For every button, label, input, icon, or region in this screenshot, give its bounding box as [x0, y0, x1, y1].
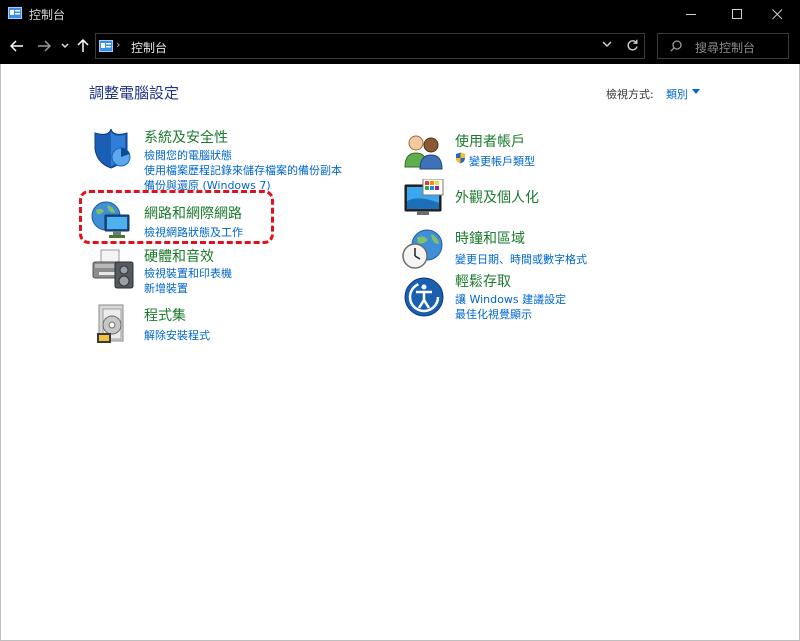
view-by-label: 檢視方式: [606, 88, 654, 101]
category-user-accounts[interactable]: 使用者帳戶 [455, 131, 525, 151]
breadcrumb-control-panel[interactable]: 控制台 [131, 39, 167, 56]
programs-icon [97, 304, 124, 343]
forward-button[interactable] [33, 34, 55, 58]
close-icon [771, 8, 782, 19]
up-button[interactable] [74, 34, 92, 58]
caret-down-icon[interactable] [692, 89, 700, 94]
link-change-date-time-format[interactable]: 變更日期、時間或數字格式 [455, 251, 587, 267]
page-title: 調整電腦設定 [89, 84, 180, 102]
recent-locations-button[interactable] [58, 34, 72, 58]
chevron-down-icon[interactable] [602, 41, 612, 48]
category-hardware-sound[interactable]: 硬體和音效 [144, 246, 214, 266]
search-icon [670, 40, 682, 52]
view-by-dropdown[interactable]: 類別 [666, 86, 688, 102]
monitor-palette-icon [404, 179, 444, 215]
control-panel-icon [99, 40, 113, 52]
minimize-button[interactable] [668, 0, 714, 28]
category-system-security[interactable]: 系統及安全性 [144, 127, 228, 147]
link-let-windows-suggest[interactable]: 讓 Windows 建議設定 [455, 291, 566, 307]
link-devices-printers[interactable]: 檢視裝置和印表機 [144, 265, 232, 281]
breadcrumb-separator[interactable]: › [116, 38, 120, 51]
minimize-icon [685, 13, 696, 15]
arrow-left-icon [10, 40, 23, 52]
link-uninstall-program[interactable]: 解除安裝程式 [144, 327, 210, 343]
close-button[interactable] [754, 0, 800, 28]
category-clock-region[interactable]: 時鐘和區域 [455, 228, 525, 248]
chevron-down-icon [61, 43, 69, 49]
link-add-device[interactable]: 新增裝置 [144, 280, 188, 296]
search-box[interactable]: 搜尋控制台 [657, 33, 789, 59]
title-bar: 控制台 [0, 0, 800, 28]
refresh-icon[interactable] [626, 39, 639, 52]
clock-globe-icon [402, 229, 443, 269]
link-file-history[interactable]: 使用檔案歷程記錄來儲存檔案的備份副本 [144, 162, 342, 178]
arrow-up-icon [77, 39, 89, 52]
search-placeholder: 搜尋控制台 [695, 41, 756, 55]
users-icon [404, 135, 443, 170]
uac-shield-icon [456, 152, 465, 164]
category-ease-of-access[interactable]: 輕鬆存取 [455, 271, 511, 291]
link-change-account-type[interactable]: 變更帳戶類型 [469, 153, 535, 169]
ease-of-access-icon [404, 277, 444, 317]
shield-icon [94, 128, 131, 169]
window-title: 控制台 [29, 8, 66, 22]
back-button[interactable] [6, 34, 28, 58]
arrow-right-icon [38, 40, 51, 52]
link-optimize-visual-display[interactable]: 最佳化視覺顯示 [455, 306, 532, 322]
highlight-box [79, 190, 274, 244]
maximize-icon [731, 8, 742, 19]
link-review-status[interactable]: 檢閱您的電腦狀態 [144, 147, 232, 163]
address-bar[interactable]: › 控制台 [95, 33, 645, 59]
category-appearance-personalization[interactable]: 外觀及個人化 [455, 187, 539, 207]
printer-icon [92, 249, 134, 289]
control-panel-icon [8, 7, 22, 19]
category-programs[interactable]: 程式集 [144, 305, 186, 325]
